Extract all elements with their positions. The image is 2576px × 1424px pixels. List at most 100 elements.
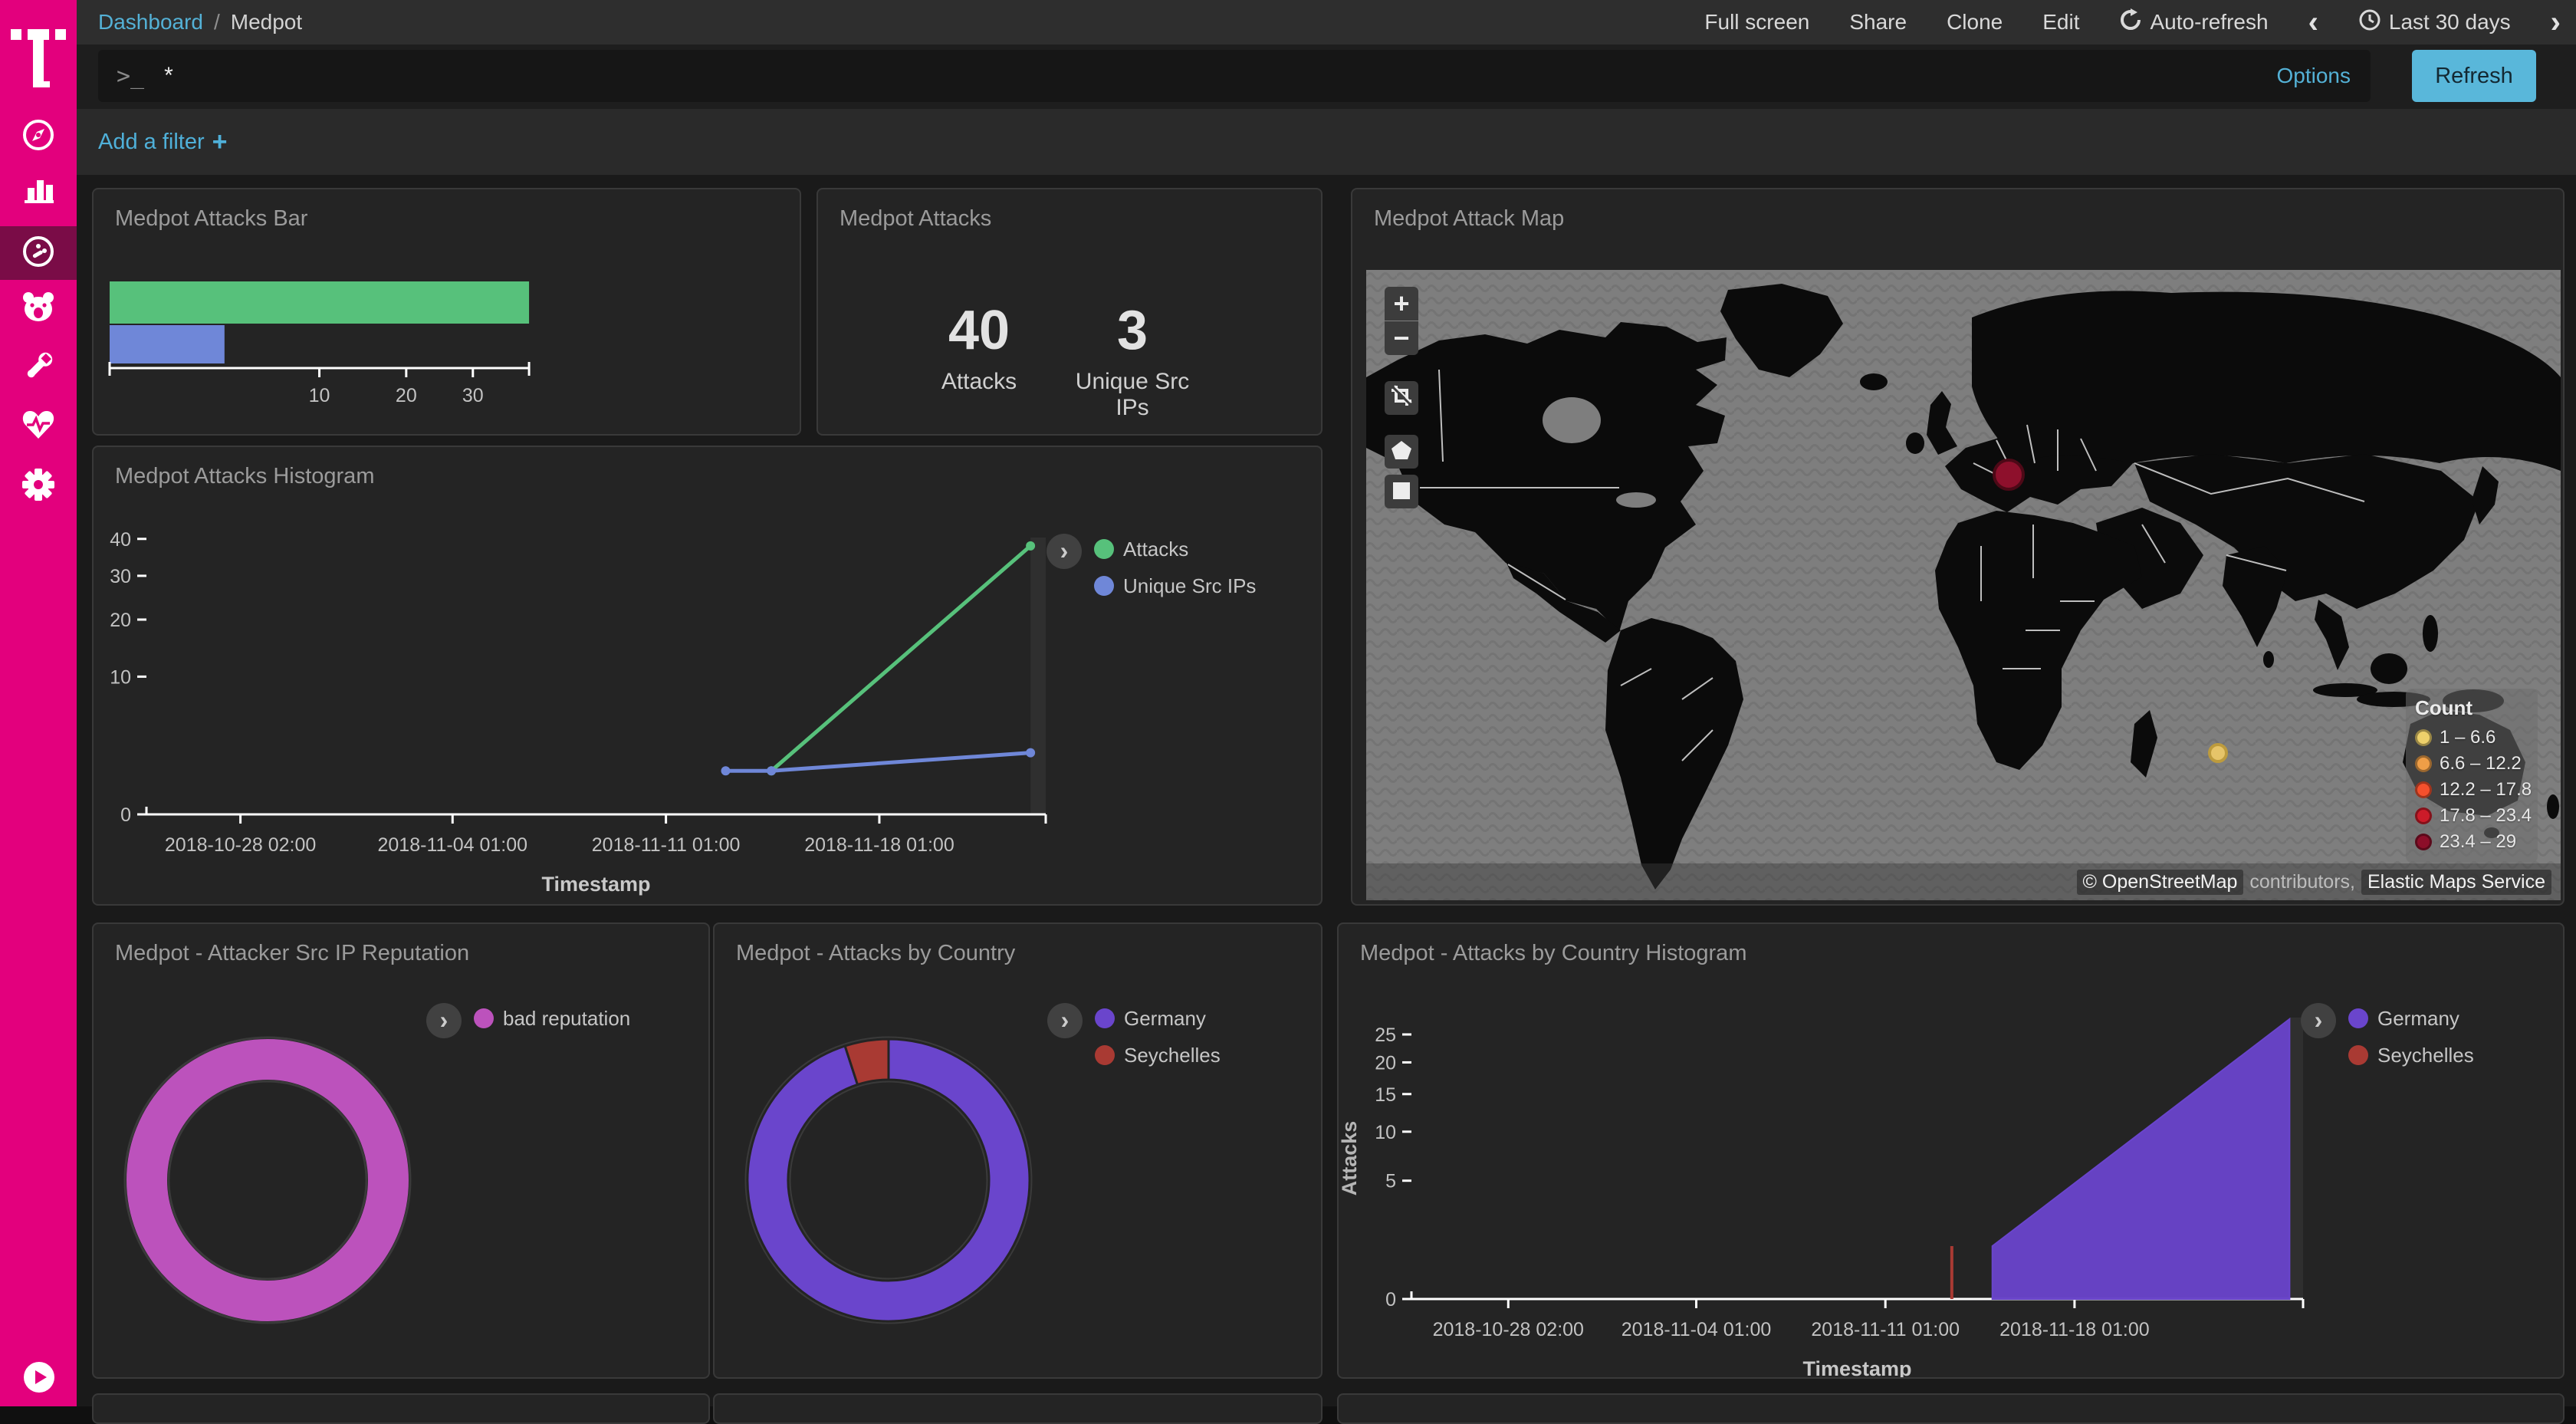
refresh-icon <box>2119 8 2142 37</box>
legend-item-attacks[interactable]: Attacks <box>1094 534 1256 564</box>
panel-attack-map: Medpot Attack Map <box>1351 188 2564 906</box>
svg-text:2018-11-11 01:00: 2018-11-11 01:00 <box>1811 1319 1960 1340</box>
breadcrumb: Dashboard / Medpot <box>98 10 302 35</box>
svg-text:2018-11-18 01:00: 2018-11-18 01:00 <box>1999 1319 2150 1340</box>
map-draw-polygon-button[interactable] <box>1385 435 1418 469</box>
legend-label: Seychelles <box>1124 1044 1221 1067</box>
legend-dot-icon <box>1094 539 1114 559</box>
nav-action-edit[interactable]: Edit <box>2042 10 2079 35</box>
reputation-donut-chart[interactable] <box>94 924 708 1377</box>
clock-icon <box>2358 8 2381 37</box>
legend-dot-icon <box>2415 807 2432 824</box>
search-input[interactable]: >_ * Options <box>98 50 2371 102</box>
donut2-legend: › Germany Seychelles <box>1047 1003 1221 1070</box>
map-attribution: © OpenStreetMap contributors, Elastic Ma… <box>1366 863 2561 900</box>
map-legend-row: 12.2 – 17.8 <box>2415 777 2528 803</box>
crop-icon <box>1390 382 1413 414</box>
panel-cutoff-2 <box>713 1393 1322 1424</box>
breadcrumb-page: Medpot <box>231 10 302 35</box>
nav-action-auto-refresh[interactable]: Auto-refresh <box>2119 8 2268 37</box>
legend-toggle-chevron-icon[interactable]: › <box>426 1003 462 1038</box>
svg-text:40: 40 <box>110 529 131 551</box>
query-prompt-icon: >_ <box>117 63 144 90</box>
play-icon <box>23 1383 55 1396</box>
legend-dot-icon <box>1095 1008 1115 1028</box>
attacks-histogram-chart[interactable]: 2018-10-28 02:002018-11-04 01:002018-11-… <box>94 447 1321 904</box>
svg-text:25: 25 <box>1375 1024 1396 1046</box>
map-count-legend: Count 1 – 6.66.6 – 12.212.2 – 17.817.8 –… <box>2406 689 2538 863</box>
world-map[interactable]: Count 1 – 6.66.6 – 12.212.2 – 17.817.8 –… <box>1366 270 2561 900</box>
panel-cutoff-3 <box>1337 1393 2564 1424</box>
legend-item-seychelles[interactable]: Seychelles <box>2348 1040 2474 1070</box>
legend-dot-icon <box>2415 755 2432 772</box>
legend-dot-icon <box>2348 1045 2368 1065</box>
legend-toggle-chevron-icon[interactable]: › <box>1046 534 1082 569</box>
nav-action-share[interactable]: Share <box>1849 10 1907 35</box>
nav-action-label: Edit <box>2042 10 2079 35</box>
map-legend-row: 6.6 – 12.2 <box>2415 751 2528 777</box>
svg-text:2018-11-11 01:00: 2018-11-11 01:00 <box>592 834 741 856</box>
sidebar-item-discover[interactable] <box>0 110 77 163</box>
country-histogram-chart[interactable]: 2018-10-28 02:002018-11-04 01:002018-11-… <box>1339 924 2563 1377</box>
refresh-button[interactable]: Refresh <box>2412 50 2536 102</box>
prev-time-chevron-icon[interactable]: ‹ <box>2308 7 2318 38</box>
sidebar-item-visualize[interactable] <box>0 164 77 218</box>
sidebar-item-management[interactable] <box>0 459 77 513</box>
attacks-bar-chart[interactable]: 102030 <box>94 189 800 434</box>
metric-value: 40 <box>902 303 1056 358</box>
map-legend-label: 12.2 – 17.8 <box>2440 779 2532 801</box>
breadcrumb-dashboard-link[interactable]: Dashboard <box>98 10 203 35</box>
attack-dot-seychelles[interactable] <box>2208 743 2228 763</box>
sidebar-item-dashboard[interactable] <box>0 226 77 280</box>
next-time-chevron-icon[interactable]: › <box>2551 7 2561 38</box>
legend-item-seychelles[interactable]: Seychelles <box>1095 1040 1221 1070</box>
donut1-legend: › bad reputation <box>426 1003 630 1038</box>
sidebar-item-tpot[interactable] <box>0 282 77 336</box>
elastic-maps-link[interactable]: Elastic Maps Service <box>2361 870 2551 895</box>
sidebar-item-monitoring[interactable] <box>0 399 77 452</box>
query-bar-row: >_ * Options Refresh <box>77 44 2576 109</box>
svg-text:0: 0 <box>120 804 131 826</box>
plus-icon: + <box>212 127 228 157</box>
svg-text:2018-10-28 02:00: 2018-10-28 02:00 <box>1433 1319 1584 1340</box>
map-box-zoom-button[interactable] <box>1385 381 1418 415</box>
panel-title: Medpot Attack Map <box>1374 206 1564 232</box>
legend-item-germany[interactable]: Germany <box>2348 1003 2474 1034</box>
legend-item-germany[interactable]: Germany <box>1095 1003 1221 1034</box>
map-zoom-in-button[interactable]: + <box>1385 287 1418 321</box>
filter-bar: Add a filter + <box>77 109 2576 176</box>
country-donut-chart[interactable] <box>715 924 1321 1377</box>
legend-toggle-chevron-icon[interactable]: › <box>1047 1003 1083 1038</box>
legend-label: Germany <box>1124 1007 1206 1031</box>
hist1-legend: › Attacks Unique Src IPs <box>1046 534 1256 601</box>
panel-cutoff-1 <box>92 1393 710 1424</box>
query-options-link[interactable]: Options <box>2277 64 2351 88</box>
map-draw-rect-button[interactable] <box>1385 475 1418 508</box>
legend-label: bad reputation <box>503 1007 630 1031</box>
legend-dot-icon <box>2348 1008 2368 1028</box>
legend-label: Unique Src IPs <box>1123 574 1256 598</box>
metric-label: Attacks <box>902 369 1056 395</box>
map-legend-row: 1 – 6.6 <box>2415 725 2528 751</box>
legend-item-bad-reputation[interactable]: bad reputation <box>474 1003 630 1034</box>
nav-action-clone[interactable]: Clone <box>1947 10 2003 35</box>
add-filter-button[interactable]: Add a filter + <box>98 127 228 157</box>
hist2-legend: › Germany Seychelles <box>2301 1003 2474 1070</box>
svg-text:10: 10 <box>1375 1122 1396 1143</box>
legend-item-unique-src-ips[interactable]: Unique Src IPs <box>1094 571 1256 601</box>
breadcrumb-separator: / <box>214 10 220 35</box>
sidebar-item-devtools[interactable] <box>0 341 77 395</box>
time-range-picker[interactable]: Last 30 days <box>2358 8 2511 37</box>
svg-text:Timestamp: Timestamp <box>541 873 650 896</box>
svg-text:20: 20 <box>1375 1052 1396 1074</box>
sidebar-collapse-button[interactable] <box>23 1361 55 1393</box>
map-legend-label: 17.8 – 23.4 <box>2440 805 2532 827</box>
metric-value: 3 <box>1056 303 1209 358</box>
nav-action-label: Share <box>1849 10 1907 35</box>
osm-link[interactable]: © OpenStreetMap <box>2077 870 2244 895</box>
panel-title: Medpot Attacks <box>840 206 991 232</box>
panel-src-ip-reputation: Medpot - Attacker Src IP Reputation › ba… <box>92 922 710 1379</box>
map-zoom-out-button[interactable]: − <box>1385 321 1418 355</box>
legend-toggle-chevron-icon[interactable]: › <box>2301 1003 2336 1038</box>
nav-action-full-screen[interactable]: Full screen <box>1704 10 1809 35</box>
